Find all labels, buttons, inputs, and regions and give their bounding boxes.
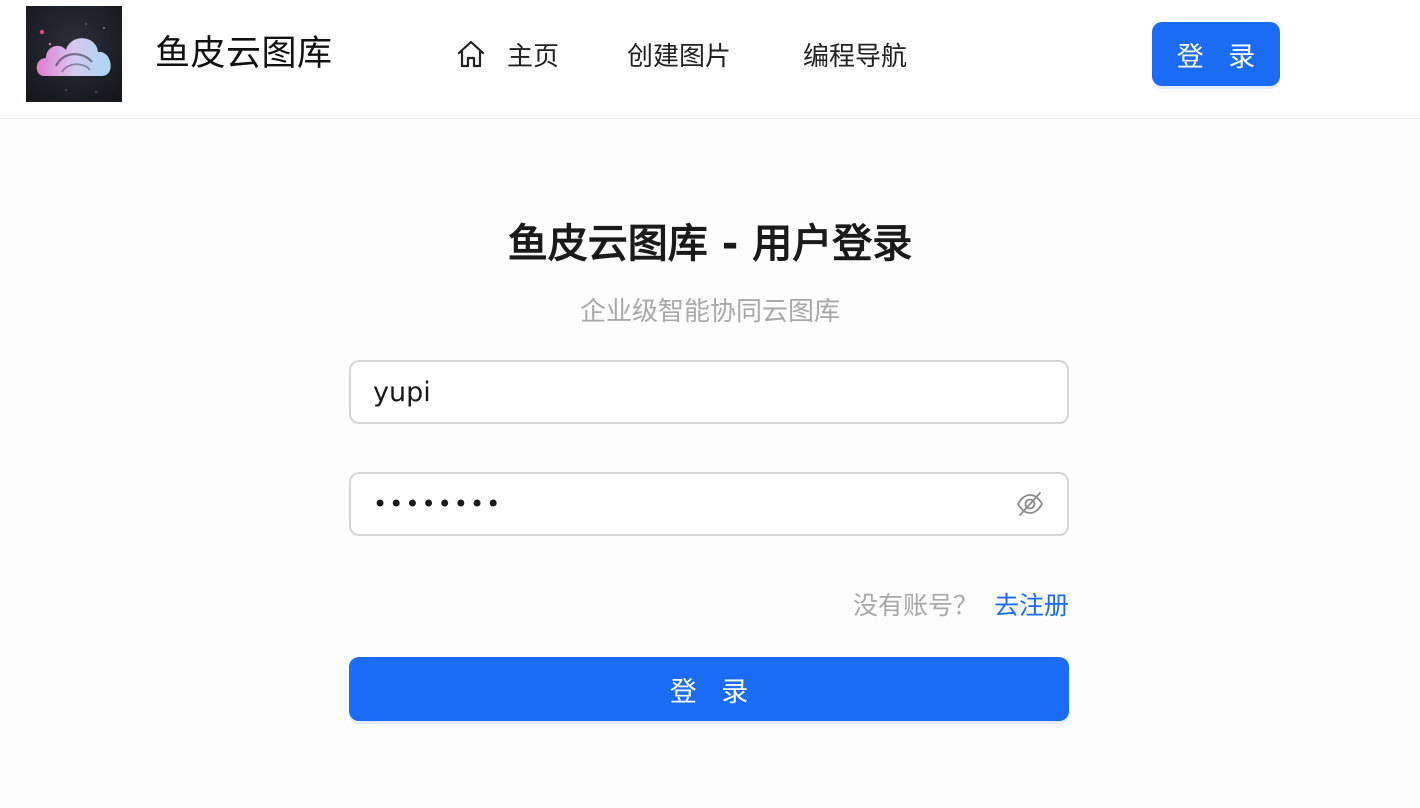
nav-item-label: 创建图片 [627, 41, 732, 72]
home-icon [457, 40, 485, 68]
login-page: 鱼皮云图库 - 用户登录 企业级智能协同云图库 没有账号？ 去注册 登 录 [0, 120, 1420, 808]
top-header: 鱼皮云图库 主页 创建图片 编程导航 登 录 [0, 0, 1420, 119]
brand-name[interactable]: 鱼皮云图库 [155, 32, 333, 76]
register-link[interactable]: 去注册 [994, 591, 1069, 620]
cloud-logo-icon[interactable] [26, 6, 122, 102]
password-field[interactable] [349, 472, 1069, 536]
header-login-button[interactable]: 登 录 [1152, 22, 1280, 86]
page-title: 鱼皮云图库 - 用户登录 [507, 221, 913, 267]
register-row: 没有账号？ 去注册 [349, 588, 1069, 624]
nav-item-label: 编程导航 [803, 41, 908, 72]
page-subtitle: 企业级智能协同云图库 [579, 297, 840, 327]
username-input[interactable] [373, 362, 1013, 422]
nav-item-home[interactable]: 主页 [455, 34, 559, 74]
login-submit-button[interactable]: 登 录 [349, 657, 1069, 721]
eye-off-icon[interactable] [1015, 489, 1045, 519]
password-input[interactable] [373, 474, 1013, 534]
username-field[interactable] [349, 360, 1069, 424]
nav-item-coding-nav[interactable]: 编程导航 [803, 34, 907, 74]
nav-item-create-image[interactable]: 创建图片 [627, 34, 731, 74]
register-hint: 没有账号？ [852, 591, 978, 620]
nav-item-label: 主页 [507, 41, 560, 72]
